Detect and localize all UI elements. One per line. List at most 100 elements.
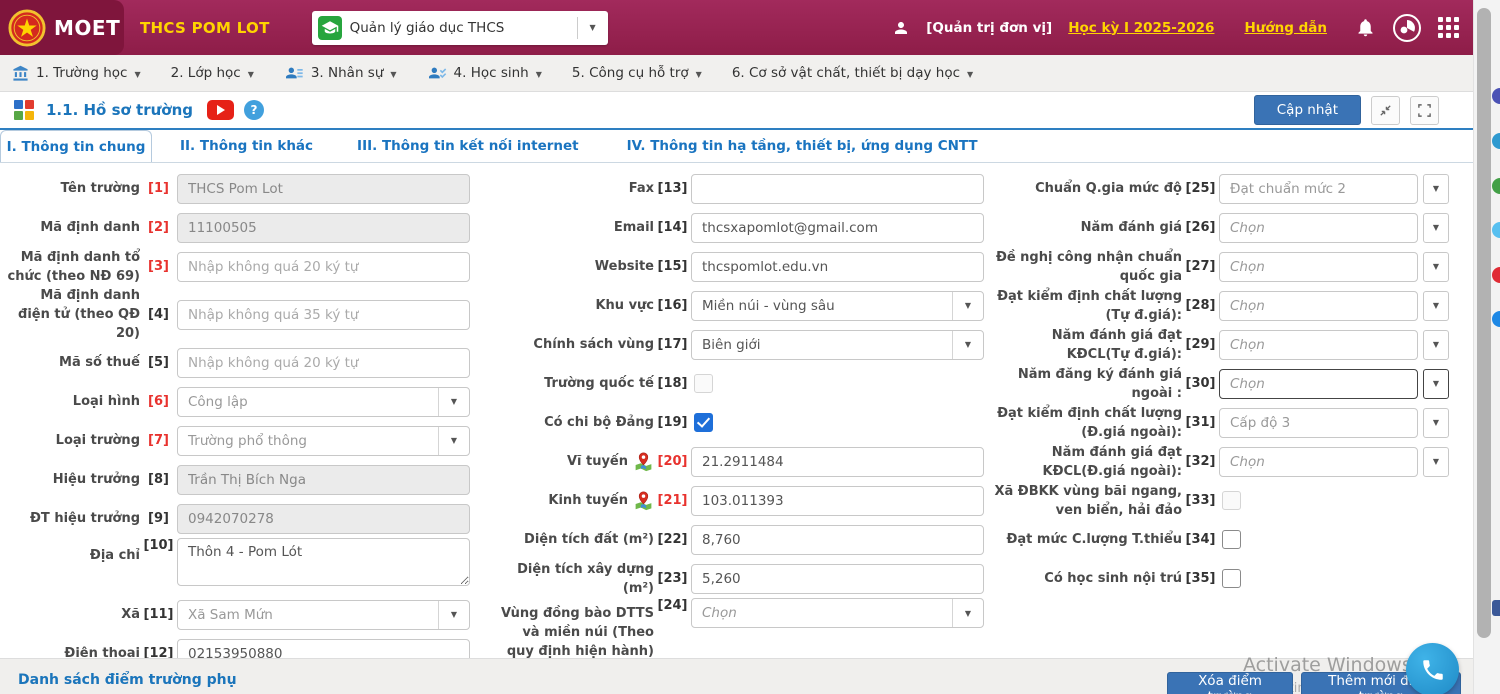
scrollbar-track[interactable]: [1473, 0, 1500, 694]
field-row: Chuẩn Q.gia mức độ[25]Đạt chuẩn mức 2: [986, 169, 1466, 208]
chevron-down-icon[interactable]: [952, 292, 983, 320]
select-value: Chọn: [1220, 253, 1417, 281]
text-input[interactable]: [691, 174, 984, 204]
field-row: Website[15]: [494, 247, 964, 286]
field-control: Chọn: [1219, 369, 1449, 399]
guide-link[interactable]: Hướng dẫn: [1244, 20, 1327, 36]
chevron-down-icon[interactable]: [1423, 174, 1449, 204]
notifications-bell-icon[interactable]: [1355, 17, 1376, 38]
nav-item-4[interactable]: 4. Học sinh: [427, 65, 542, 81]
select-value: Công lập: [178, 388, 438, 416]
field-label-text: Chính sách vùng: [533, 335, 654, 354]
nav-item-5[interactable]: 5. Công cụ hỗ trợ: [572, 65, 702, 81]
field-control: [691, 564, 984, 594]
text-input[interactable]: [177, 348, 470, 378]
app-selector-dropdown[interactable]: Quản lý giáo dục THCS: [312, 11, 608, 45]
nav-item-6[interactable]: 6. Cơ sở vật chất, thiết bị dạy học: [732, 65, 973, 81]
phone-support-fab[interactable]: [1406, 643, 1459, 694]
map-pin-icon[interactable]: [633, 451, 654, 472]
tab-1[interactable]: I. Thông tin chung: [0, 130, 152, 162]
text-input[interactable]: [691, 252, 984, 282]
apps-grid-icon[interactable]: [1438, 17, 1459, 38]
select-value: Chọn: [1220, 331, 1417, 359]
checkbox-checked[interactable]: [694, 413, 713, 432]
youtube-icon[interactable]: [207, 100, 234, 120]
field-row: Năm đánh giá đạt KĐCL(Đ.giá ngoài):[32]C…: [986, 442, 1466, 481]
graduation-cap-icon: [318, 16, 342, 40]
top-header: MOET THCS POM LOT Quản lý giáo dục THCS …: [0, 0, 1473, 55]
modules-grid-icon[interactable]: [14, 100, 34, 120]
update-button[interactable]: Cập nhật: [1254, 95, 1361, 125]
field-label: Đạt kiểm định chất lượng (Tự đ.giá):: [986, 287, 1182, 325]
text-input[interactable]: [177, 252, 470, 282]
delete-school-point-button[interactable]: Xóa điểm trường: [1167, 672, 1293, 694]
field-label-text: Năm đánh giá: [1081, 218, 1182, 237]
select-value: Đạt chuẩn mức 2: [1220, 175, 1417, 203]
field-row: Địa chỉ[10]Thôn 4 - Pom Lót: [6, 538, 476, 595]
field-row: Năm đánh giá[26]Chọn: [986, 208, 1466, 247]
field-control: Thôn 4 - Pom Lót: [177, 538, 470, 586]
chevron-down-icon[interactable]: [438, 388, 469, 416]
text-input[interactable]: [691, 447, 984, 477]
chevron-down-icon[interactable]: [952, 331, 983, 359]
text-input: [177, 213, 470, 243]
chevron-down-icon[interactable]: [1423, 447, 1449, 477]
chevron-down-icon[interactable]: [1423, 330, 1449, 360]
chevron-down-icon[interactable]: [1423, 369, 1449, 399]
checkbox[interactable]: [1222, 530, 1241, 549]
tab-3[interactable]: III. Thông tin kết nối internet: [357, 130, 579, 162]
scrollbar-thumb[interactable]: [1477, 8, 1491, 638]
field-label: Khu vực: [494, 296, 654, 315]
sub-school-list-link[interactable]: Danh sách điểm trường phụ: [18, 672, 237, 688]
chevron-down-icon[interactable]: [1423, 408, 1449, 438]
nav-item-3[interactable]: 3. Nhân sự: [284, 65, 397, 81]
text-input[interactable]: [177, 300, 470, 330]
chevron-down-icon[interactable]: [952, 599, 983, 627]
select-value: Chọn: [1220, 214, 1417, 242]
field-row: Năm đăng ký đánh giá ngoài :[30]Chọn: [986, 364, 1466, 403]
select-dropdown[interactable]: Biên giới: [691, 330, 984, 360]
field-label-text: Đề nghị công nhận chuẩn quốc gia: [986, 248, 1182, 286]
tab-2[interactable]: II. Thông tin khác: [180, 130, 313, 162]
chevron-down-icon[interactable]: [438, 601, 469, 629]
section-header: 1.1. Hồ sơ trường Cập nhật: [0, 92, 1473, 130]
text-input[interactable]: [691, 525, 984, 555]
field-index: [31]: [1182, 415, 1219, 430]
chevron-down-icon[interactable]: [1423, 291, 1449, 321]
field-index: [8]: [140, 472, 177, 487]
chevron-down-icon[interactable]: [1423, 252, 1449, 282]
field-label-text: Email: [614, 218, 654, 237]
moet-logo[interactable]: MOET: [0, 0, 124, 55]
field-label-text: Xã: [121, 605, 140, 624]
select-value: Cấp độ 3: [1220, 409, 1417, 437]
edge-dot-7[interactable]: [1492, 600, 1500, 616]
select-dropdown: Cấp độ 3: [1219, 408, 1418, 438]
checkbox[interactable]: [1222, 569, 1241, 588]
field-index: [24]: [654, 598, 691, 613]
select-dropdown[interactable]: Chọn: [1219, 369, 1418, 399]
chevron-down-icon[interactable]: [1423, 213, 1449, 243]
field-label: Loại trường: [6, 431, 140, 450]
chevron-down-icon[interactable]: [438, 427, 469, 455]
text-input[interactable]: [691, 486, 984, 516]
semester-link[interactable]: Học kỳ I 2025-2026: [1068, 20, 1214, 36]
map-pin-icon[interactable]: [633, 490, 654, 511]
text-input[interactable]: [691, 213, 984, 243]
collapse-icon[interactable]: [1371, 96, 1400, 125]
field-row: Xã ĐBKK vùng bãi ngang, ven biển, hải đả…: [986, 481, 1466, 520]
fullscreen-icon[interactable]: [1410, 96, 1439, 125]
field-label-text: Mã định danh điện tử (theo QĐ 20): [6, 286, 140, 343]
nav-item-1[interactable]: 1. Trường học: [12, 65, 141, 82]
field-label: Mã định danh tổ chức (theo NĐ 69): [6, 248, 140, 286]
field-row: Fax[13]: [494, 169, 964, 208]
form-column-right: Chuẩn Q.gia mức độ[25]Đạt chuẩn mức 2Năm…: [986, 169, 1466, 598]
field-control: Công lập: [177, 387, 470, 417]
tab-4[interactable]: IV. Thông tin hạ tầng, thiết bị, ứng dụn…: [627, 130, 978, 162]
nav-item-2[interactable]: 2. Lớp học: [171, 65, 254, 81]
chevron-down-icon[interactable]: [577, 17, 608, 39]
brand-circle-icon[interactable]: [1392, 13, 1422, 43]
text-input[interactable]: [691, 564, 984, 594]
textarea-input[interactable]: Thôn 4 - Pom Lót: [177, 538, 470, 586]
help-icon[interactable]: [244, 100, 264, 120]
select-dropdown[interactable]: Miền núi - vùng sâu: [691, 291, 984, 321]
